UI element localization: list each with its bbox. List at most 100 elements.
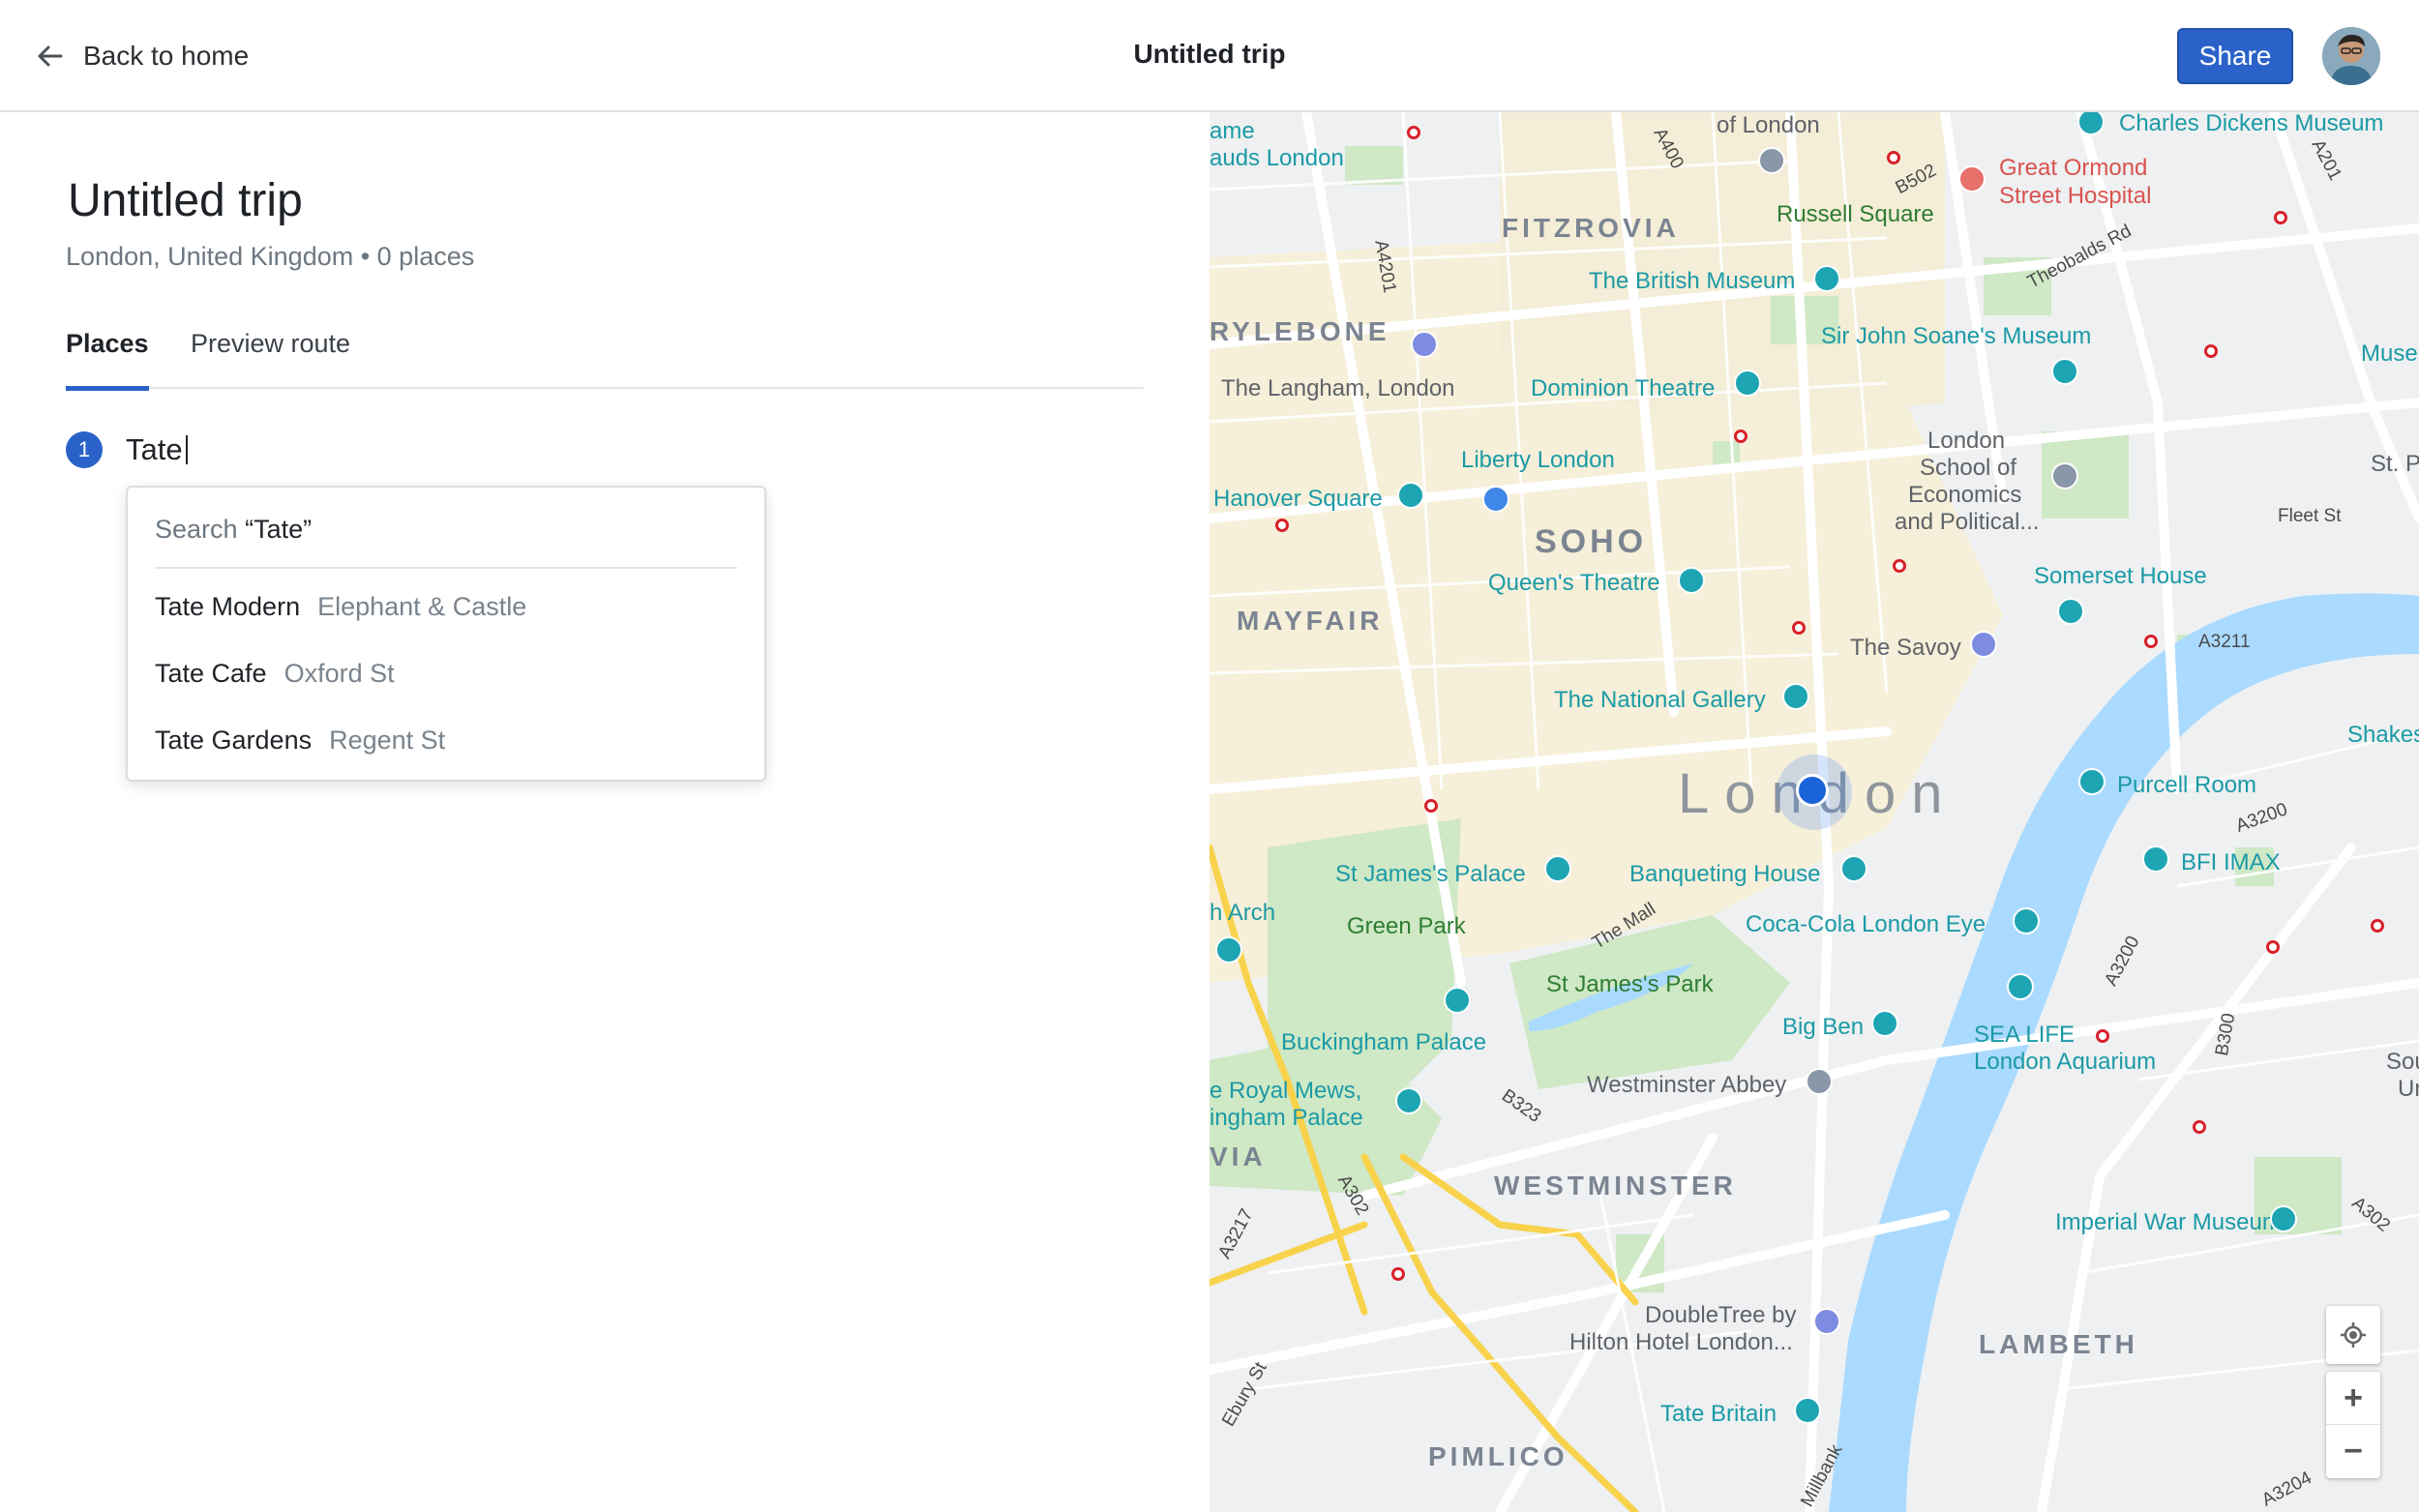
- tube-station-icon: [2274, 211, 2287, 224]
- back-label: Back to home: [83, 41, 250, 71]
- map-area-label: LAMBETH: [1979, 1329, 2138, 1359]
- map-place-label[interactable]: Dominion Theatre: [1531, 377, 1715, 400]
- tube-station-icon: [1407, 126, 1420, 139]
- place-number-badge: 1: [66, 431, 103, 468]
- map-place-label[interactable]: The National Gallery: [1554, 689, 1766, 712]
- map-place-label[interactable]: and Political...: [1895, 511, 2039, 534]
- map-place-label[interactable]: Great Ormond: [1999, 157, 2147, 180]
- map-place-label[interactable]: Liberty London: [1461, 449, 1615, 472]
- map-place-label[interactable]: Banqueting House: [1629, 863, 1820, 886]
- church-pin-icon: [1806, 1068, 1833, 1095]
- attraction-pin-icon: [2013, 907, 2040, 934]
- map-place-label[interactable]: Sir John Soane's Museum: [1821, 325, 2091, 348]
- map-place-label[interactable]: h Arch: [1210, 902, 1275, 925]
- map-place-label[interactable]: Purcell Room: [2117, 774, 2256, 797]
- tube-station-icon: [1887, 151, 1900, 164]
- map-place-label[interactable]: e Royal Mews,: [1210, 1080, 1361, 1103]
- zoom-control: + −: [2326, 1372, 2380, 1478]
- map-place-label[interactable]: ingham Palace: [1210, 1107, 1363, 1130]
- tube-station-icon: [2266, 940, 2280, 954]
- museum-pin-icon: [2051, 358, 2078, 385]
- map-view[interactable]: FITZROVIA RYLEBONE SOHO MAYFAIR WESTMINS…: [1210, 112, 2419, 1512]
- map-area-label: VIA: [1210, 1141, 1267, 1171]
- map-place-label[interactable]: London Aquarium: [1974, 1051, 2156, 1074]
- map-place-label[interactable]: Shakespe: [2347, 724, 2419, 747]
- suggestion-name: Tate Gardens: [155, 726, 313, 755]
- text-cursor: [185, 435, 188, 464]
- tab-places[interactable]: Places: [66, 329, 149, 391]
- theatre-pin-icon: [1678, 567, 1705, 594]
- tab-preview-route[interactable]: Preview route: [191, 329, 350, 389]
- page-title: Untitled trip: [1133, 39, 1286, 69]
- map-place-label[interactable]: Queen's Theatre: [1488, 572, 1660, 595]
- back-to-home-link[interactable]: Back to home: [35, 35, 249, 77]
- map-place-label[interactable]: BFI IMAX: [2181, 851, 2281, 875]
- suggestion-item[interactable]: Tate Gardens Regent St: [155, 726, 445, 756]
- map-place-label[interactable]: DoubleTree by: [1645, 1304, 1797, 1327]
- map-place-label[interactable]: St James's Palace: [1335, 863, 1526, 886]
- map-place-label[interactable]: Economics: [1908, 484, 2021, 507]
- map-area-label: WESTMINSTER: [1494, 1171, 1737, 1201]
- map-place-label[interactable]: Hilton Hotel London...: [1569, 1331, 1793, 1354]
- trip-tabs: Places Preview route: [66, 329, 1144, 391]
- place-search-input[interactable]: Tate: [126, 432, 188, 467]
- avatar-image: [2322, 27, 2380, 85]
- map-place-label[interactable]: of London: [1717, 114, 1820, 137]
- suggestion-location: Oxford St: [284, 659, 395, 688]
- search-query-option[interactable]: Search “Tate”: [155, 515, 312, 545]
- map-place-label[interactable]: St. P: [2371, 453, 2419, 476]
- suggestion-name: Tate Modern: [155, 592, 301, 621]
- university-pin-icon: [1758, 147, 1785, 174]
- suggestion-name: Tate Cafe: [155, 659, 267, 688]
- suggestion-item[interactable]: Tate Modern Elephant & Castle: [155, 592, 526, 622]
- map-place-label[interactable]: Tate Britain: [1660, 1403, 1777, 1426]
- attraction-pin-icon: [1544, 855, 1571, 882]
- map-place-label[interactable]: Westminster Abbey: [1587, 1074, 1786, 1097]
- tube-station-icon: [1424, 799, 1438, 813]
- search-prefix: Search: [155, 515, 238, 544]
- map-place-label[interactable]: Big Ben: [1782, 1016, 1864, 1039]
- search-query: “Tate”: [245, 515, 313, 544]
- share-button[interactable]: Share: [2177, 28, 2293, 84]
- hotel-pin-icon: [1411, 331, 1438, 358]
- suggestion-location: Regent St: [329, 726, 446, 755]
- map-place-label[interactable]: Russell Square: [1777, 203, 1934, 226]
- map-place-label[interactable]: The British Museum: [1589, 270, 1795, 293]
- map-place-label[interactable]: Coca-Cola London Eye: [1746, 913, 1986, 936]
- tube-station-icon: [1275, 519, 1289, 532]
- map-place-label[interactable]: Buckingham Palace: [1281, 1031, 1486, 1054]
- map-road-label: Fleet St: [2278, 506, 2342, 526]
- suggestion-item[interactable]: Tate Cafe Oxford St: [155, 659, 395, 689]
- map-place-label[interactable]: Hanover Square: [1213, 488, 1383, 511]
- map-place-label[interactable]: ame: [1210, 120, 1255, 143]
- tab-places-label: Places: [66, 329, 149, 358]
- map-place-label[interactable]: Museu: [2361, 342, 2419, 366]
- zoom-out-button[interactable]: −: [2326, 1425, 2380, 1478]
- zoom-in-button[interactable]: +: [2326, 1372, 2380, 1425]
- map-place-label[interactable]: SEA LIFE: [1974, 1023, 2075, 1047]
- museum-pin-icon: [1794, 1397, 1821, 1424]
- map-place-label[interactable]: The Langham, London: [1221, 377, 1455, 400]
- map-area-label: RYLEBONE: [1210, 316, 1390, 346]
- my-location-button[interactable]: [2326, 1306, 2380, 1364]
- map-place-label[interactable]: Somerset House: [2034, 565, 2207, 588]
- map-place-label[interactable]: Charles Dickens Museum: [2119, 112, 2383, 135]
- suggestion-location: Elephant & Castle: [317, 592, 527, 621]
- map-area-label: FITZROVIA: [1502, 213, 1680, 243]
- attraction-pin-icon: [1397, 482, 1424, 509]
- university-pin-icon: [2051, 462, 2078, 489]
- map-place-label[interactable]: School of: [1920, 457, 2016, 480]
- place-search-value: Tate: [126, 432, 183, 466]
- map-place-label[interactable]: St James's Park: [1546, 973, 1714, 996]
- map-place-label[interactable]: The Savoy: [1850, 637, 1961, 660]
- avatar[interactable]: [2322, 27, 2380, 85]
- map-place-label[interactable]: Imperial War Museum: [2055, 1211, 2282, 1234]
- map-place-label[interactable]: London: [1927, 430, 2005, 453]
- tube-station-icon: [2371, 919, 2384, 933]
- map-place-label[interactable]: Sou: [2386, 1051, 2419, 1074]
- map-place-label[interactable]: auds London: [1210, 147, 1344, 170]
- map-place-label[interactable]: Ur: [2398, 1078, 2419, 1101]
- attraction-pin-icon: [1395, 1087, 1422, 1114]
- map-place-label[interactable]: Green Park: [1347, 915, 1466, 938]
- map-place-label[interactable]: Street Hospital: [1999, 185, 2151, 208]
